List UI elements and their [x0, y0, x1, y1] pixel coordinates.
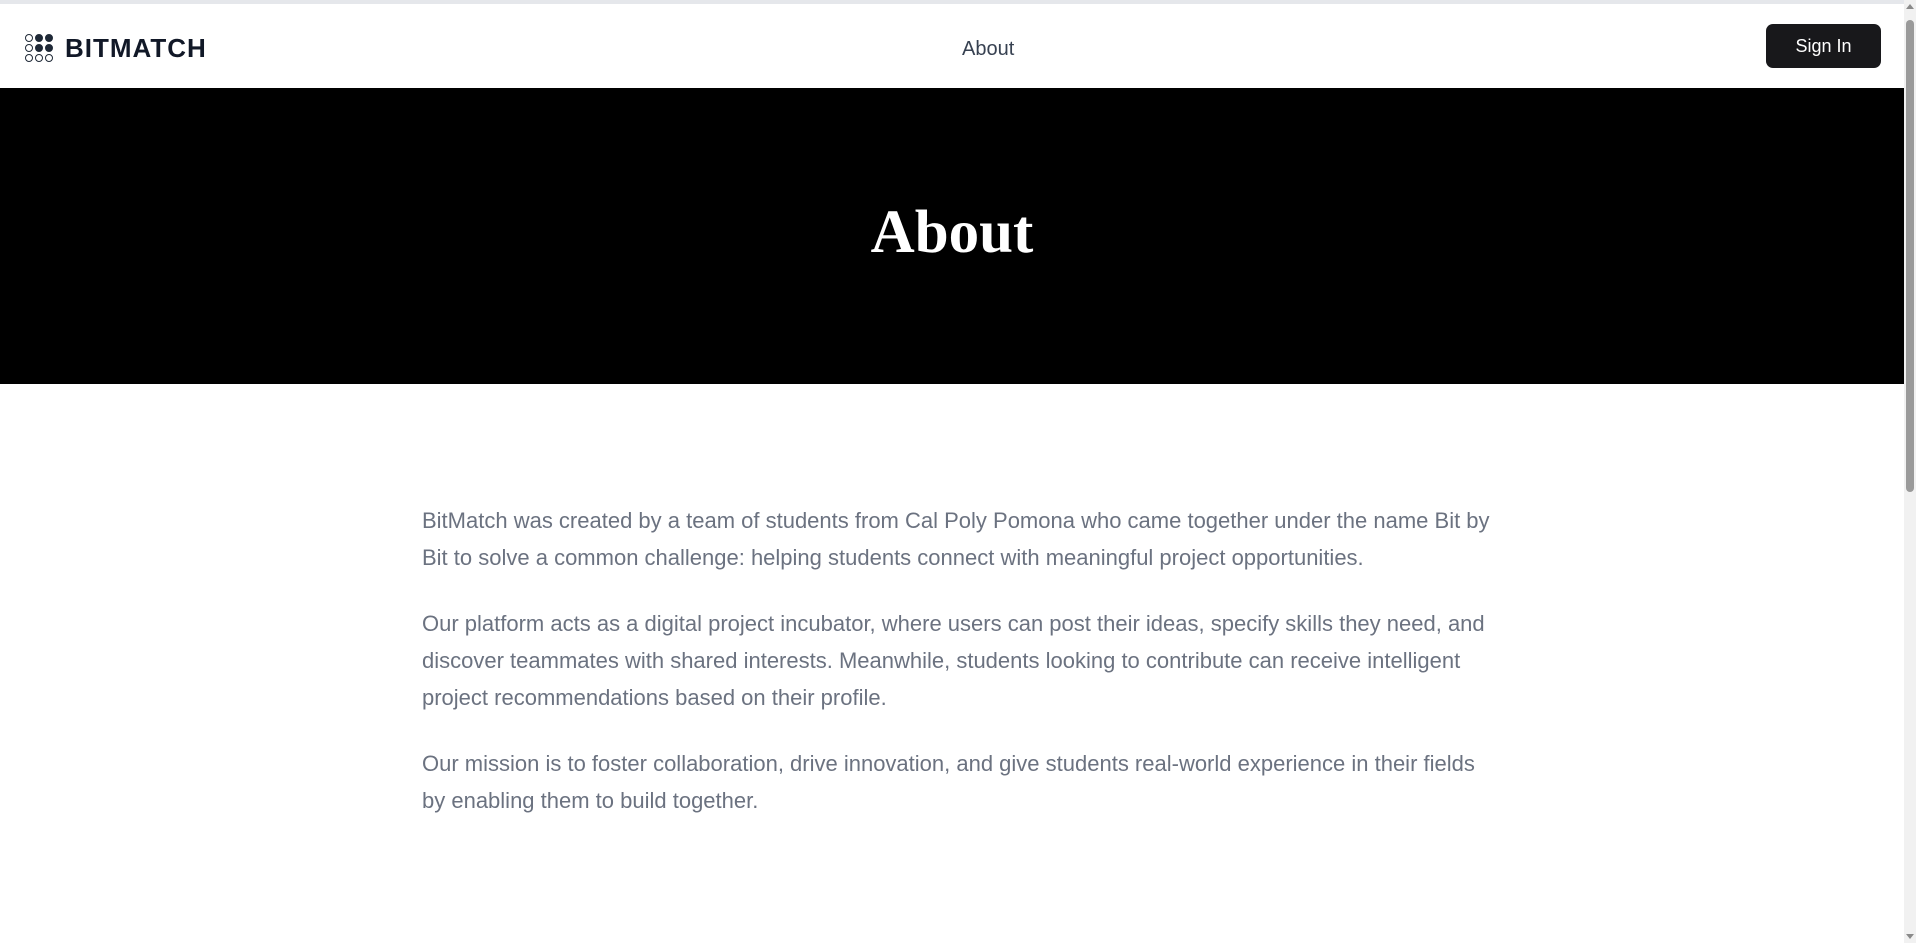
scroll-up-arrow-icon[interactable] — [1906, 4, 1914, 9]
browser-viewport: BITMATCH About Sign In About BitMatch wa… — [0, 0, 1916, 943]
site-header: BITMATCH About Sign In — [0, 4, 1904, 88]
sign-in-button[interactable]: Sign In — [1766, 24, 1881, 68]
page-title: About — [870, 199, 1034, 266]
about-content: BitMatch was created by a team of studen… — [422, 502, 1492, 848]
about-paragraph-mission: Our mission is to foster collaboration, … — [422, 751, 1475, 813]
brand-logo-link[interactable]: BITMATCH — [25, 34, 207, 62]
about-paragraph-origin: BitMatch was created by a team of studen… — [422, 508, 1490, 570]
nav-link-about[interactable]: About — [962, 37, 1014, 61]
scrollbar-thumb[interactable] — [1906, 20, 1914, 492]
brand-name: BITMATCH — [65, 33, 207, 63]
grid-dots-icon — [25, 34, 53, 62]
about-paragraph-platform: Our platform acts as a digital project i… — [422, 611, 1485, 710]
about-page: BITMATCH About Sign In About BitMatch wa… — [0, 0, 1904, 943]
hero-banner: About — [0, 88, 1904, 384]
scroll-down-arrow-icon[interactable] — [1906, 934, 1914, 939]
vertical-scrollbar[interactable] — [1904, 0, 1916, 943]
